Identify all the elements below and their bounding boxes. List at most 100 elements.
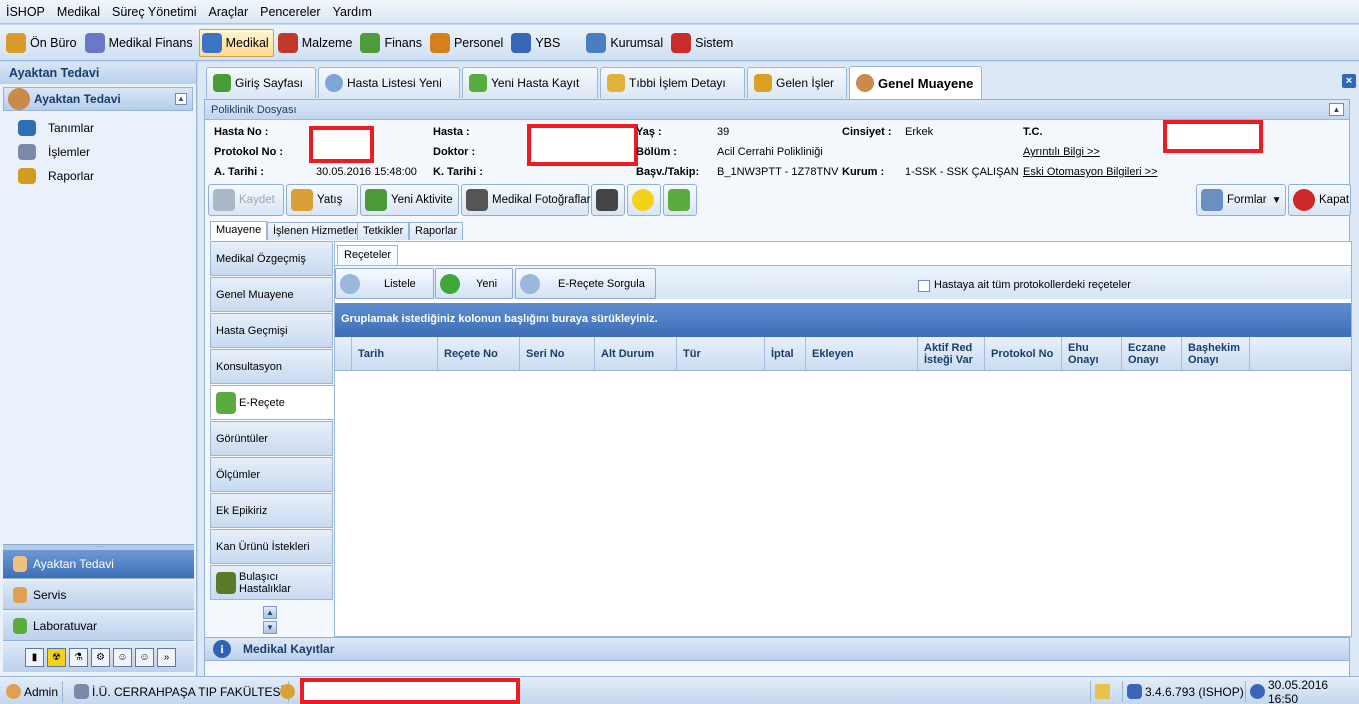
nav-laboratuvar[interactable]: Laboratuvar	[3, 612, 194, 641]
tab-giris-sayfasi[interactable]: Giriş Sayfası	[206, 67, 316, 98]
toolbar-on-buro[interactable]: Ön Büro	[4, 29, 81, 57]
toolbar-medikal-finans[interactable]: Medikal Finans	[83, 29, 197, 57]
toolbar-personel[interactable]: Personel	[428, 29, 507, 57]
column-bashekim-onayi[interactable]: Başhekim Onayı	[1182, 337, 1250, 370]
toolbar-ybs[interactable]: YBS	[509, 29, 564, 57]
vtab-genel-muayene[interactable]: Genel Muayene	[210, 277, 333, 312]
kaydet-button[interactable]: Kaydet	[208, 184, 284, 216]
tab-receteler[interactable]: Reçeteler	[337, 245, 399, 265]
vtab-kan-urunu-istekleri[interactable]: Kan Ürünü İstekleri	[210, 529, 333, 564]
listele-button[interactable]: Listele	[335, 268, 434, 299]
laboratuvar-button[interactable]	[663, 184, 697, 216]
toolbar-finans[interactable]: Finans	[358, 29, 426, 57]
column-alt-durum[interactable]: Alt Durum	[595, 337, 677, 370]
more-chevron-icon[interactable]: »	[157, 647, 176, 667]
rontgen-button[interactable]	[591, 184, 625, 216]
vtab-olcumler[interactable]: Ölçümler	[210, 457, 333, 492]
vtab-konsultasyon[interactable]: Konsultasyon	[210, 349, 333, 384]
label-kurum: Kurum :	[842, 166, 885, 178]
left-item-islemler[interactable]: İşlemler	[0, 140, 196, 164]
lungs-icon[interactable]: ▮	[25, 647, 44, 667]
left-item-raporlar[interactable]: Raporlar	[0, 164, 196, 188]
subtab-raporlar[interactable]: Raporlar	[409, 222, 464, 240]
left-item-tanimlar[interactable]: Tanımlar	[0, 116, 196, 140]
toolbar-medikal[interactable]: Medikal	[198, 28, 274, 57]
column-ekleyen[interactable]: Ekleyen	[806, 337, 918, 370]
menu-yardim[interactable]: Yardım	[333, 5, 372, 19]
medikal-fotograflar-button[interactable]: Medikal Fotoğraflar	[461, 184, 590, 216]
subtab-islenen-hizmetler[interactable]: İşlenen Hizmetler	[267, 222, 364, 240]
column-tur[interactable]: Tür	[677, 337, 765, 370]
toolbar-malzeme[interactable]: Malzeme	[276, 29, 357, 57]
scroll-up-icon[interactable]: ▲	[263, 606, 277, 619]
recete-toolbar: Listele Yeni E-Reçete Sorgula Hastaya ai…	[335, 265, 1351, 299]
gear-icon[interactable]: ⚙	[91, 647, 110, 667]
status-user: Admin	[2, 681, 64, 702]
radyoloji-button[interactable]	[627, 184, 661, 216]
menu-pencereler[interactable]: Pencereler	[260, 5, 320, 19]
column-seri-no[interactable]: Seri No	[520, 337, 595, 370]
value-cinsiyet: Erkek	[905, 126, 934, 138]
column-aktif-red[interactable]: Aktif Red İsteği Var	[918, 337, 985, 370]
column-iptal[interactable]: İptal	[765, 337, 806, 370]
subtab-tetkikler[interactable]: Tetkikler	[357, 222, 410, 240]
label-cinsiyet: Cinsiyet :	[842, 126, 892, 138]
user-mini-icon[interactable]: ☺	[135, 647, 154, 667]
column-protokol-no[interactable]: Protokol No	[985, 337, 1062, 370]
group-by-area[interactable]: Gruplamak istediğiniz kolonun başlığını …	[335, 303, 1351, 337]
collapse-up-icon[interactable]: ▲	[1329, 103, 1344, 116]
doctor-mini-icon[interactable]: ☺	[113, 647, 132, 667]
microscope-icon[interactable]: ⚗	[69, 647, 88, 667]
subtab-muayene[interactable]: Muayene	[210, 221, 268, 240]
people-icon	[429, 32, 450, 53]
main-area: Giriş Sayfası Hasta Listesi Yeni Yeni Ha…	[198, 62, 1359, 684]
left-panel-header: Ayaktan Tedavi	[0, 62, 196, 84]
menu-surec-yonetimi[interactable]: Süreç Yönetimi	[112, 5, 197, 19]
column-tarih[interactable]: Tarih	[352, 337, 438, 370]
link-eski-otomasyon[interactable]: Eski Otomasyon Bilgileri >>	[1023, 166, 1158, 178]
menu-araclar[interactable]: Araçlar	[209, 5, 249, 19]
status-bar: Admin İ.Ü. CERRAHPAŞA TIP FAKÜLTESİ 3.4.…	[0, 676, 1359, 704]
kapat-button[interactable]: Kapat	[1288, 184, 1351, 216]
vtab-goruntuler[interactable]: Görüntüler	[210, 421, 333, 456]
link-ayrintili-bilgi[interactable]: Ayrıntılı Bilgi >>	[1023, 146, 1100, 158]
inbox-icon	[754, 74, 772, 92]
vtab-hasta-gecmisi[interactable]: Hasta Geçmişi	[210, 313, 333, 348]
tab-hasta-listesi-yeni[interactable]: Hasta Listesi Yeni	[318, 67, 460, 98]
status-mail[interactable]	[1090, 681, 1122, 702]
tab-genel-muayene[interactable]: Genel Muayene	[849, 66, 982, 99]
menu-ishop[interactable]: İSHOP	[6, 5, 45, 19]
nav-ayaktan-tedavi[interactable]: Ayaktan Tedavi	[3, 550, 194, 579]
vtab-e-recete[interactable]: E-Reçete	[210, 385, 334, 420]
vtab-ek-epikiriz[interactable]: Ek Epikiriz	[210, 493, 333, 528]
column-eczane-onayi[interactable]: Eczane Onayı	[1122, 337, 1182, 370]
close-tab-icon[interactable]: ×	[1342, 74, 1356, 88]
scroll-down-icon[interactable]: ▼	[263, 621, 277, 634]
tab-tibbi-islem-detayi[interactable]: Tıbbi İşlem Detayı	[600, 67, 745, 98]
tab-gelen-isler[interactable]: Gelen İşler	[747, 67, 847, 98]
formlar-button[interactable]: Formlar ▼	[1196, 184, 1286, 216]
toolbar-sistem[interactable]: Sistem	[669, 29, 737, 57]
all-protocols-checkbox[interactable]	[918, 280, 930, 292]
column-ehu-onayi[interactable]: Ehu Onayı	[1062, 337, 1122, 370]
clock-icon	[1250, 684, 1265, 699]
left-section-header[interactable]: Ayaktan Tedavi ▲	[3, 87, 193, 111]
column-recete-no[interactable]: Reçete No	[438, 337, 520, 370]
definitions-icon	[18, 120, 36, 136]
yeni-recete-button[interactable]: Yeni	[435, 268, 513, 299]
yatis-button[interactable]: Yatış	[286, 184, 358, 216]
person-add-icon	[469, 74, 487, 92]
vtab-medikal-ozgecmis[interactable]: Medikal Özgeçmiş	[210, 241, 333, 276]
chevron-down-icon[interactable]: ▼	[1272, 195, 1282, 206]
yeni-aktivite-button[interactable]: Yeni Aktivite	[360, 184, 459, 216]
menu-medikal[interactable]: Medikal	[57, 5, 100, 19]
vtab-bulasici-hastaliklar[interactable]: Bulaşıcı Hastalıklar	[210, 565, 333, 600]
tab-yeni-hasta-kayit[interactable]: Yeni Hasta Kayıt	[462, 67, 598, 98]
toolbar-kurumsal[interactable]: Kurumsal	[584, 29, 667, 57]
medikal-kayitlar-panel[interactable]: i Medikal Kayıtlar	[204, 637, 1350, 661]
collapse-up-icon[interactable]: ▲	[175, 93, 187, 105]
radiation-icon[interactable]: ☢	[47, 647, 66, 667]
nav-servis[interactable]: Servis	[3, 581, 194, 610]
medical-finance-icon	[84, 32, 105, 53]
e-recete-sorgula-button[interactable]: E-Reçete Sorgula	[515, 268, 656, 299]
